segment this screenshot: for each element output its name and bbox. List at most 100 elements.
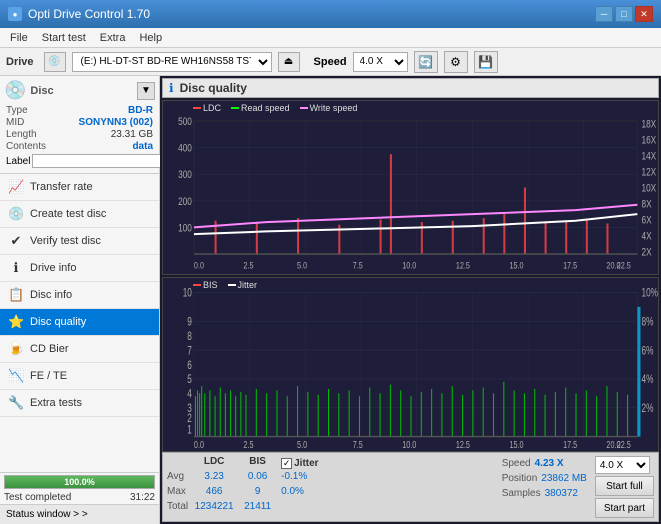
svg-text:17.5: 17.5 (563, 260, 577, 271)
eject-button[interactable]: ⏏ (278, 52, 300, 72)
svg-text:6%: 6% (642, 345, 654, 358)
type-value: BD-R (128, 105, 153, 116)
sidebar-item-disc-quality[interactable]: ⭐ Disc quality (0, 309, 159, 336)
svg-text:2%: 2% (642, 403, 654, 416)
disc-header: 💿 Disc ▼ (4, 80, 155, 101)
save-button[interactable]: 💾 (474, 51, 498, 73)
time-value: 31:22 (130, 492, 155, 503)
svg-text:500: 500 (178, 116, 192, 128)
settings-button[interactable]: ⚙ (444, 51, 468, 73)
start-full-button[interactable]: Start full (595, 476, 654, 496)
svg-text:10%: 10% (642, 288, 659, 301)
dq-icon: ℹ (169, 81, 174, 95)
stats-right: Speed 4.23 X Position 23862 MB Samples 3… (502, 456, 654, 518)
svg-text:1: 1 (187, 424, 192, 437)
length-value: 23.31 GB (111, 129, 153, 140)
bis-legend-dot (193, 284, 201, 286)
main-layout: 💿 Disc ▼ Type BD-R MID SONYNN3 (002) Len… (0, 76, 661, 524)
sidebar-item-transfer-rate[interactable]: 📈 Transfer rate (0, 174, 159, 201)
drive-icon[interactable]: 💿 (44, 52, 66, 72)
disc-label-row: Label 🔍 (4, 153, 155, 169)
position-value: 23862 MB (541, 473, 587, 484)
progress-bar-container: 100.0% (4, 475, 155, 489)
ldc-chart: LDC Read speed Write speed (162, 100, 659, 275)
contents-label: Contents (6, 141, 46, 152)
disc-panel-btn[interactable]: ▼ (137, 82, 155, 100)
svg-text:12.5: 12.5 (456, 439, 470, 451)
sidebar-item-verify-test-disc[interactable]: ✔ Verify test disc (0, 228, 159, 255)
status-window-button[interactable]: Status window > > (0, 504, 159, 524)
menu-item-file[interactable]: File (4, 30, 34, 46)
speed-select[interactable]: 4.0 X (353, 52, 408, 72)
speed-select-stats[interactable]: 4.0 X (595, 456, 650, 474)
drive-select[interactable]: (E:) HL-DT-ST BD-RE WH16NS58 TST4 (72, 52, 272, 72)
app-icon: ● (8, 7, 22, 21)
jitter-legend-label: Jitter (238, 280, 258, 290)
jitter-header: ✓ Jitter (281, 456, 318, 470)
svg-text:10.0: 10.0 (402, 260, 416, 271)
bis-avg: 0.06 (240, 471, 275, 485)
sidebar-item-drive-info[interactable]: ℹ Drive info (0, 255, 159, 282)
sidebar-item-disc-info[interactable]: 📋 Disc info (0, 282, 159, 309)
disc-length-row: Length 23.31 GB (4, 129, 155, 140)
label-input[interactable] (32, 154, 170, 168)
menu-item-extra[interactable]: Extra (94, 30, 132, 46)
avg-label: Avg (167, 471, 188, 485)
start-part-button[interactable]: Start part (595, 498, 654, 518)
window-controls[interactable]: ─ □ ✕ (595, 6, 653, 22)
disc-type-row: Type BD-R (4, 105, 155, 116)
disc-info-label: Disc info (30, 289, 72, 301)
disc-quality-icon: ⭐ (8, 314, 24, 330)
create-test-disc-label: Create test disc (30, 208, 106, 220)
svg-text:14X: 14X (642, 151, 657, 163)
sidebar-item-cd-bier[interactable]: 🍺 CD Bier (0, 336, 159, 363)
close-button[interactable]: ✕ (635, 6, 653, 22)
svg-text:17.5: 17.5 (563, 439, 577, 451)
read-speed-legend-label: Read speed (241, 103, 290, 113)
ldc-legend-dot (193, 107, 201, 109)
speed-position-col: Speed 4.23 X Position 23862 MB Samples 3… (502, 456, 587, 500)
svg-text:7: 7 (187, 345, 192, 358)
content-area: ℹ Disc quality LDC Read speed (160, 76, 661, 524)
disc-quality-label: Disc quality (30, 316, 86, 328)
status-window-label: Status window > > (6, 509, 88, 520)
svg-text:4%: 4% (642, 374, 654, 387)
stats-bar: Avg Max Total LDC 3.23 466 1234221 BIS 0… (162, 452, 659, 522)
svg-text:5.0: 5.0 (297, 439, 307, 451)
jitter-legend-dot (228, 284, 236, 286)
disc-panel-title: Disc (30, 85, 53, 97)
read-speed-legend-dot (231, 107, 239, 109)
length-label: Length (6, 129, 37, 140)
jitter-avg: -0.1% (281, 471, 318, 485)
verify-test-disc-label: Verify test disc (30, 235, 101, 247)
cd-bier-icon: 🍺 (8, 341, 24, 357)
maximize-button[interactable]: □ (615, 6, 633, 22)
sidebar-item-extra-tests[interactable]: 🔧 Extra tests (0, 390, 159, 417)
position-row: Position 23862 MB (502, 471, 587, 485)
read-speed-legend: Read speed (231, 103, 290, 113)
jitter-max: 0.0% (281, 486, 318, 500)
refresh-button[interactable]: 🔄 (414, 51, 438, 73)
jitter-col: ✓ Jitter -0.1% 0.0% (281, 456, 318, 518)
titlebar: ● Opti Drive Control 1.70 ─ □ ✕ (0, 0, 661, 28)
sidebar-item-fe-te[interactable]: 📉 FE / TE (0, 363, 159, 390)
create-test-disc-icon: 💿 (8, 206, 24, 222)
ldc-max: 466 (194, 486, 234, 500)
menu-item-help[interactable]: Help (133, 30, 168, 46)
menubar: FileStart testExtraHelp (0, 28, 661, 48)
sidebar-item-create-test-disc[interactable]: 💿 Create test disc (0, 201, 159, 228)
jitter-checkbox[interactable]: ✓ (281, 458, 292, 469)
ldc-col: LDC 3.23 466 1234221 (194, 456, 234, 518)
status-text-row: Test completed 31:22 (0, 491, 159, 504)
disc-quality-header: ℹ Disc quality (162, 78, 659, 98)
minimize-button[interactable]: ─ (595, 6, 613, 22)
disc-mid-row: MID SONYNN3 (002) (4, 117, 155, 128)
svg-text:10.0: 10.0 (402, 439, 416, 451)
write-speed-legend-dot (300, 107, 308, 109)
mid-value: SONYNN3 (002) (79, 117, 153, 128)
fe-te-label: FE / TE (30, 370, 67, 382)
speed-label: Speed (502, 458, 531, 469)
svg-text:22.5: 22.5 (617, 439, 631, 451)
svg-text:5.0: 5.0 (297, 260, 307, 271)
menu-item-start-test[interactable]: Start test (36, 30, 92, 46)
